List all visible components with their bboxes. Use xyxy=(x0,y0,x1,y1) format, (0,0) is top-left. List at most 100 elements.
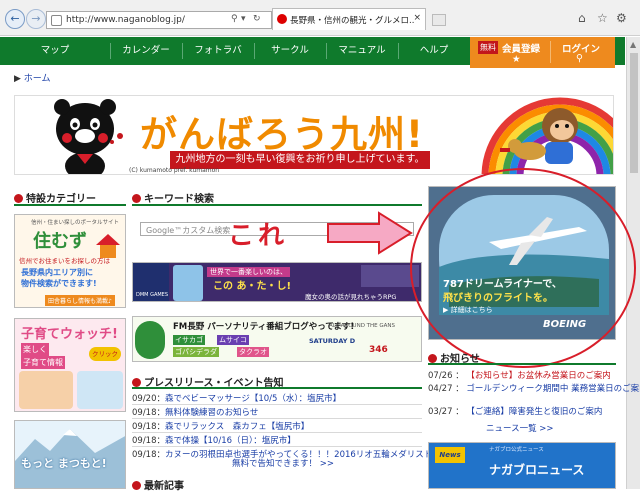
forward-icon[interactable]: → xyxy=(26,9,46,29)
annotation-text: これ xyxy=(228,221,289,251)
tab-favicon-icon xyxy=(277,14,287,24)
row-divider xyxy=(132,404,422,405)
free-badge: 無料 xyxy=(478,41,498,54)
family-photo xyxy=(77,371,123,409)
member-panel: 無料 会員登録 ★ ログイン ⚲ xyxy=(470,37,615,68)
sumuzu-ad[interactable]: 信州・住まい探しのポータルサイト 住むず 信州でお住まいをお探しの方は 長野県内… xyxy=(14,214,126,308)
notices-more-link[interactable]: ニュース一覧 >> xyxy=(486,422,554,434)
nagablo-news-ad[interactable]: News ナガブロ公式ニュース ナガブロニュース xyxy=(428,442,616,489)
menu-item-photolove[interactable]: フォトラバ xyxy=(182,37,254,65)
press-row[interactable]: 09/20：森でベビーマッサージ【10/5（水）：塩尻市】 xyxy=(132,392,341,404)
annotation-arrow-icon xyxy=(327,211,413,255)
house-icon xyxy=(96,234,120,258)
favorites-star-icon[interactable]: ☆ xyxy=(597,11,608,25)
kosodate-watch-ad[interactable]: 子育てウォッチ! 楽しく 子育て情報 クリック xyxy=(14,318,126,412)
section-rule xyxy=(132,387,422,389)
motto-title: もっと まつもと! xyxy=(21,457,107,470)
notice-row[interactable]: 03/27 ： 【ご連絡】障害発生と復旧のご案内 xyxy=(428,405,602,417)
press-row[interactable]: 09/18：無料体験練習のお知らせ xyxy=(132,406,258,418)
scroll-up-icon[interactable]: ▲ xyxy=(630,40,638,50)
nagablo-title: ナガブロニュース xyxy=(489,463,585,477)
register-star-icon: ★ xyxy=(512,54,521,65)
family-photo xyxy=(19,371,73,409)
dmm-text: 魔女の奥の話が見れちゃうRPG xyxy=(305,293,397,301)
dmm-game-ad[interactable]: DMM GAMES 世界で一番楽しいのは、 この あ・た・し! 魔女の奥の話が見… xyxy=(132,262,422,302)
kyushu-banner[interactable]: がんばろう九州! 九州地方の一刻も早い復興をお祈り申し上げています。 (C) k… xyxy=(14,95,614,175)
sumuzu-tagline: 信州・住まい探しのポータルサイト xyxy=(31,220,120,226)
notice-row[interactable]: 07/26 ： 【お知らせ】お盆休み営業日のご案内 xyxy=(428,369,611,381)
press-row[interactable]: 09/18：森で体操【10/16（日）：塩尻市】 xyxy=(132,434,296,446)
nagablo-tagline: ナガブロ公式ニュース xyxy=(489,447,544,453)
fm-mascot-icon xyxy=(135,321,165,359)
sumuzu-line: 長野県内エリア別に xyxy=(21,268,93,277)
browser-tab[interactable]: 長野県・信州の観光・グルメロ... × xyxy=(272,8,426,30)
fm-program: イサカゴ xyxy=(173,335,205,345)
sumuzu-line: 物件検索ができます! xyxy=(21,279,97,288)
address-url: http://www.naganoblog.jp/ xyxy=(66,15,185,25)
section-rule xyxy=(14,204,126,206)
motto-matsumoto-ad[interactable]: もっと まつもと! xyxy=(14,420,126,489)
section-dot-icon xyxy=(14,194,23,203)
search-icon[interactable]: ⚲ xyxy=(231,14,238,24)
breadcrumb: ▶ ホーム xyxy=(14,71,51,84)
section-dot-icon xyxy=(132,194,141,203)
breadcrumb-arrow-icon: ▶ xyxy=(14,74,24,84)
fm-program: 346 xyxy=(369,345,388,355)
nagablo-news-badge: News xyxy=(435,447,465,463)
dmm-text: この あ・た・し! xyxy=(213,281,292,292)
banner-copyright: (C) kumamoto pref. kumamon xyxy=(129,167,220,174)
section-dot-icon xyxy=(132,378,141,387)
sumuzu-logo: 住むず xyxy=(33,231,87,252)
settings-gear-icon[interactable]: ⚙ xyxy=(616,11,627,25)
menu-item-map[interactable]: マップ xyxy=(0,37,110,65)
fm-program: SATURDAY D xyxy=(309,337,356,345)
page-icon xyxy=(51,15,62,26)
kosodate-title: 子育てウォッチ! xyxy=(21,327,118,342)
tab-title: 長野県・信州の観光・グルメロ... xyxy=(290,16,414,26)
press-more-link[interactable]: 無料で告知できます！ >> xyxy=(232,457,334,469)
menu-item-manual[interactable]: マニュアル xyxy=(326,37,398,65)
row-divider xyxy=(132,432,422,433)
address-bar[interactable]: http://www.naganoblog.jp/ ⚲ ▾ ↻ xyxy=(46,11,272,29)
kosodate-sub: 楽しく xyxy=(21,343,49,356)
special-category-heading: 特設カテゴリー xyxy=(14,190,96,205)
fm-program: ゴパシデラダ xyxy=(173,347,219,357)
home-icon[interactable]: ⌂ xyxy=(578,11,586,25)
dmm-brand: DMM GAMES xyxy=(136,292,169,298)
menu-item-circle[interactable]: サークル xyxy=(254,37,326,65)
section-rule xyxy=(428,363,616,365)
register-button[interactable]: 会員登録 xyxy=(502,41,540,55)
banner-headline: がんばろう九州! xyxy=(140,113,424,156)
dmm-text: 世界で一番楽しいのは、 xyxy=(207,267,290,277)
keyword-search-heading: キーワード検索 xyxy=(132,190,214,205)
breadcrumb-home-link[interactable]: ホーム xyxy=(24,74,51,84)
key-icon: ⚲ xyxy=(576,53,583,64)
kosodate-click-button[interactable]: クリック xyxy=(89,347,121,361)
browser-toolbar: ← → http://www.naganoblog.jp/ ⚲ ▾ ↻ 長野県・… xyxy=(0,0,640,36)
fm-nagano-ad[interactable]: FM長野 パーソナリティ番組ブログやってます! イサカゴ ムサイコ ゴパシデラダ… xyxy=(132,316,422,362)
fm-title: FM長野 パーソナリティ番組ブログやってます! xyxy=(173,322,355,332)
new-tab-button[interactable] xyxy=(432,14,446,26)
press-row[interactable]: 09/18：森でリラックス 森カフェ【塩尻市】 xyxy=(132,420,309,432)
kumamon-mascot-icon xyxy=(54,99,116,174)
section-rule xyxy=(132,204,422,206)
menu-item-calendar[interactable]: カレンダー xyxy=(110,37,182,65)
kosodate-sub: 子育て情報 xyxy=(21,356,65,369)
annotation-circle xyxy=(410,168,636,368)
fm-program: ムサイコ xyxy=(217,335,249,345)
dmm-character-art xyxy=(173,265,203,301)
back-icon[interactable]: ← xyxy=(5,9,25,29)
monkey-mascot-icon xyxy=(542,108,578,164)
notice-row[interactable]: 04/27 ： ゴールデンウィーク期間中 業務営業日のご案内 xyxy=(428,382,640,394)
menu-item-help[interactable]: ヘルプ xyxy=(398,37,470,65)
scrollbar-thumb[interactable] xyxy=(630,53,638,173)
fm-program: タクラオ xyxy=(237,347,269,357)
fm-program: ALL AROUND THE GANS xyxy=(329,323,396,329)
search-placeholder: Google™カスタム検索 xyxy=(146,226,231,235)
sumuzu-line: 田舎暮らし情報も満載♪ xyxy=(45,295,115,306)
refresh-icon[interactable]: ↻ xyxy=(253,14,261,24)
panel-divider xyxy=(550,41,551,63)
close-tab-icon[interactable]: × xyxy=(413,13,421,23)
dropdown-icon[interactable]: ▾ xyxy=(241,14,246,24)
row-divider xyxy=(132,418,422,419)
